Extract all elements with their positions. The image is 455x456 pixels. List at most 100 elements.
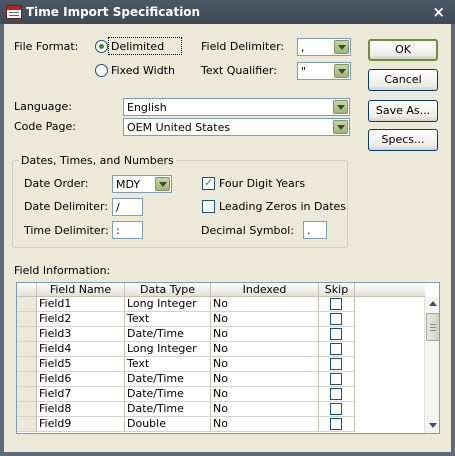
ok-button[interactable]: OK <box>368 39 438 61</box>
chevron-down-icon[interactable] <box>155 177 170 191</box>
skip-checkbox[interactable] <box>330 388 342 400</box>
skip-cell[interactable] <box>319 402 355 417</box>
field-name-cell[interactable]: Field5 <box>37 357 125 372</box>
skip-cell[interactable] <box>319 327 355 342</box>
column-header-data-type[interactable]: Data Type <box>125 283 211 297</box>
language-label: Language: <box>14 100 72 113</box>
field-name-cell[interactable]: Field9 <box>37 417 125 432</box>
indexed-cell[interactable]: No <box>211 312 319 327</box>
field-info-grid[interactable]: Field Name Data Type Indexed Skip Field1… <box>16 282 440 434</box>
row-selector[interactable] <box>17 387 37 402</box>
skip-checkbox[interactable] <box>330 373 342 385</box>
delimited-radio[interactable] <box>95 40 108 53</box>
skip-checkbox[interactable] <box>330 343 342 355</box>
data-type-cell[interactable]: Date/Time <box>125 387 211 402</box>
data-type-cell[interactable]: Text <box>125 357 211 372</box>
cancel-button[interactable]: Cancel <box>368 69 438 91</box>
field-name-cell[interactable]: Field8 <box>37 402 125 417</box>
date-order-combo[interactable]: MDY <box>112 175 172 193</box>
scroll-up-icon[interactable] <box>426 297 439 311</box>
decimal-symbol-input[interactable]: . <box>303 221 327 239</box>
specs-button[interactable]: Specs... <box>368 129 438 151</box>
row-selector[interactable] <box>17 312 37 327</box>
four-digit-years-checkbox[interactable] <box>202 176 215 190</box>
indexed-cell[interactable]: No <box>211 297 319 312</box>
date-delimiter-label: Date Delimiter: <box>24 200 109 213</box>
grid-corner[interactable] <box>17 283 37 297</box>
row-selector[interactable] <box>17 402 37 417</box>
date-order-label: Date Order: <box>24 177 89 190</box>
field-name-cell[interactable]: Field3 <box>37 327 125 342</box>
indexed-cell[interactable]: No <box>211 387 319 402</box>
chevron-down-icon[interactable] <box>333 120 348 134</box>
indexed-cell[interactable]: No <box>211 417 319 432</box>
close-icon[interactable]: × <box>432 3 445 21</box>
skip-cell[interactable] <box>319 357 355 372</box>
column-header-field-name[interactable]: Field Name <box>37 283 125 297</box>
code-page-combo[interactable]: OEM United States <box>123 118 350 136</box>
skip-checkbox[interactable] <box>330 328 342 340</box>
skip-cell[interactable] <box>319 297 355 312</box>
skip-checkbox[interactable] <box>330 298 342 310</box>
row-selector[interactable] <box>17 327 37 342</box>
four-digit-years-label[interactable]: Four Digit Years <box>219 177 305 190</box>
skip-checkbox[interactable] <box>330 358 342 370</box>
time-delimiter-label: Time Delimiter: <box>24 224 109 237</box>
date-delimiter-value: / <box>116 201 120 214</box>
indexed-cell[interactable]: No <box>211 402 319 417</box>
field-name-cell[interactable]: Field2 <box>37 312 125 327</box>
field-name-cell[interactable]: Field6 <box>37 372 125 387</box>
column-header-indexed[interactable]: Indexed <box>211 283 319 297</box>
chevron-down-icon[interactable] <box>334 64 349 78</box>
data-type-cell[interactable]: Text <box>125 312 211 327</box>
data-type-cell[interactable]: Date/Time <box>125 372 211 387</box>
text-qualifier-value: " <box>301 65 307 78</box>
skip-cell[interactable] <box>319 342 355 357</box>
data-type-cell[interactable]: Date/Time <box>125 327 211 342</box>
skip-cell[interactable] <box>319 372 355 387</box>
scroll-thumb[interactable] <box>426 313 439 341</box>
scroll-down-icon[interactable] <box>426 418 439 432</box>
text-qualifier-combo[interactable]: " <box>297 62 351 80</box>
delimited-label[interactable]: Delimited <box>111 40 164 53</box>
vertical-scrollbar[interactable] <box>424 297 439 433</box>
skip-checkbox[interactable] <box>330 313 342 325</box>
chevron-down-icon[interactable] <box>334 40 349 54</box>
leading-zeros-label[interactable]: Leading Zeros in Dates <box>219 200 346 213</box>
indexed-cell[interactable]: No <box>211 372 319 387</box>
time-delimiter-value: : <box>116 224 120 237</box>
decimal-symbol-label: Decimal Symbol: <box>201 224 295 237</box>
title-bar[interactable]: Time Import Specification × <box>0 0 455 24</box>
time-delimiter-input[interactable]: : <box>112 221 143 239</box>
row-selector[interactable] <box>17 417 37 432</box>
skip-checkbox[interactable] <box>330 403 342 415</box>
row-selector[interactable] <box>17 357 37 372</box>
data-type-cell[interactable]: Date/Time <box>125 402 211 417</box>
row-selector[interactable] <box>17 342 37 357</box>
row-selector[interactable] <box>17 372 37 387</box>
language-combo[interactable]: English <box>123 98 350 116</box>
fixed-width-radio[interactable] <box>95 64 108 77</box>
save-as-button[interactable]: Save As... <box>368 100 438 122</box>
field-name-cell[interactable]: Field7 <box>37 387 125 402</box>
data-type-cell[interactable]: Double <box>125 417 211 432</box>
skip-cell[interactable] <box>319 312 355 327</box>
data-type-cell[interactable]: Long Integer <box>125 297 211 312</box>
row-selector[interactable] <box>17 297 37 312</box>
date-order-value: MDY <box>116 178 141 191</box>
field-name-cell[interactable]: Field1 <box>37 297 125 312</box>
fixed-width-label[interactable]: Fixed Width <box>111 64 175 77</box>
skip-cell[interactable] <box>319 387 355 402</box>
leading-zeros-checkbox[interactable] <box>202 200 215 213</box>
chevron-down-icon[interactable] <box>333 100 348 114</box>
indexed-cell[interactable]: No <box>211 327 319 342</box>
indexed-cell[interactable]: No <box>211 342 319 357</box>
indexed-cell[interactable]: No <box>211 357 319 372</box>
field-delimiter-combo[interactable]: , <box>297 38 351 56</box>
skip-cell[interactable] <box>319 417 355 432</box>
data-type-cell[interactable]: Long Integer <box>125 342 211 357</box>
column-header-skip[interactable]: Skip <box>319 283 355 297</box>
skip-checkbox[interactable] <box>330 418 342 430</box>
date-delimiter-input[interactable]: / <box>112 198 143 216</box>
field-name-cell[interactable]: Field4 <box>37 342 125 357</box>
